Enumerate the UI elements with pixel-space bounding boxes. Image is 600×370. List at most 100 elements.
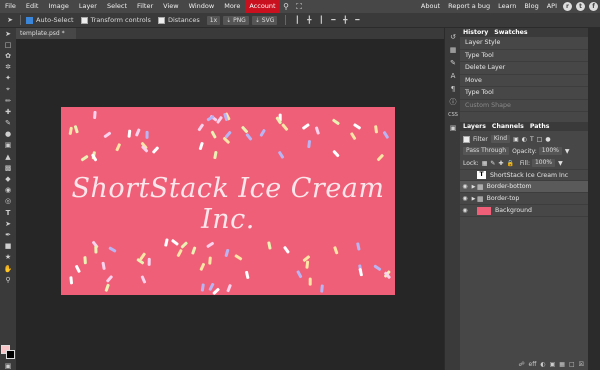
filter-smart-icon[interactable]: ● bbox=[545, 136, 550, 143]
menu-file[interactable]: File bbox=[0, 0, 21, 13]
artboard[interactable]: ShortStack Ice Cream Inc. bbox=[61, 107, 395, 295]
dodge-tool-icon[interactable]: ◉ bbox=[0, 185, 16, 196]
blur-tool-icon[interactable]: ◆ bbox=[0, 173, 16, 184]
filter-type-icon[interactable]: T bbox=[530, 136, 534, 143]
history-item[interactable]: Layer Style bbox=[460, 37, 588, 50]
magic-wand-icon[interactable]: ✦ bbox=[0, 73, 16, 84]
account-button[interactable]: Account bbox=[245, 0, 280, 13]
history-item[interactable]: Type Tool bbox=[460, 87, 588, 100]
zoom-tool-icon[interactable]: ⚲ bbox=[0, 274, 16, 285]
menu-select[interactable]: Select bbox=[102, 0, 132, 13]
eyedropper-tool-icon[interactable]: ✏ bbox=[0, 95, 16, 106]
fill-input[interactable]: 100% bbox=[531, 159, 556, 167]
visibility-icon[interactable]: ◉ bbox=[460, 207, 470, 214]
menu-view[interactable]: View bbox=[158, 0, 183, 13]
gradient-tool-icon[interactable]: ▩ bbox=[0, 162, 16, 173]
image-panel-icon[interactable]: ▣ bbox=[445, 121, 461, 134]
tab-swatches[interactable]: Swatches bbox=[491, 29, 530, 36]
hand-tool-icon[interactable]: ✋ bbox=[0, 263, 16, 274]
history-item[interactable]: Delete Layer bbox=[460, 62, 588, 75]
visibility-icon[interactable]: ◉ bbox=[460, 183, 470, 190]
blend-mode-dropdown[interactable]: Pass Through bbox=[463, 147, 510, 155]
brush-panel-icon[interactable]: ✎ bbox=[445, 56, 461, 69]
mask-icon[interactable]: ▣ bbox=[550, 361, 556, 368]
align-center-icon[interactable]: ╋ bbox=[303, 14, 315, 25]
layer-row[interactable]: ◉ ▶ ▦ Border-bottom bbox=[460, 181, 588, 193]
menu-api[interactable]: API bbox=[543, 0, 561, 13]
filter-shape-icon[interactable]: □ bbox=[537, 136, 543, 143]
layer-row[interactable]: ◉ ▶ ▦ Border-top bbox=[460, 193, 588, 205]
character-panel-icon[interactable]: A bbox=[445, 69, 461, 82]
menu-image[interactable]: Image bbox=[43, 0, 73, 13]
reddit-icon[interactable]: r bbox=[563, 2, 572, 11]
tab-history[interactable]: History bbox=[460, 29, 491, 36]
zoom-select[interactable]: 1x bbox=[206, 15, 221, 25]
healing-brush-icon[interactable]: ✚ bbox=[0, 106, 16, 117]
lock-all-icon[interactable]: 🔒 bbox=[506, 160, 513, 167]
lock-transparency-icon[interactable]: ▦ bbox=[482, 160, 488, 167]
filter-checkbox[interactable] bbox=[463, 135, 470, 143]
new-layer-icon[interactable]: □ bbox=[569, 361, 575, 368]
move-tool-icon[interactable]: ➤ bbox=[0, 28, 16, 39]
menu-learn[interactable]: Learn bbox=[494, 0, 520, 13]
expand-arrow-icon[interactable]: ▶ bbox=[470, 196, 477, 202]
lock-pixels-icon[interactable]: ✎ bbox=[490, 160, 495, 167]
filter-pixel-icon[interactable]: ▣ bbox=[513, 136, 519, 143]
export-png-button[interactable]: ⇣ PNG bbox=[223, 15, 249, 25]
info-panel-icon[interactable]: ⓘ bbox=[445, 95, 461, 108]
expand-arrow-icon[interactable]: ▶ bbox=[470, 184, 477, 190]
history-item[interactable]: Custom Shape bbox=[460, 100, 588, 112]
new-folder-icon[interactable]: ▦ bbox=[559, 361, 565, 368]
tab-channels[interactable]: Channels bbox=[489, 123, 527, 130]
pen-tool-icon[interactable]: ✒ bbox=[0, 229, 16, 240]
facebook-icon[interactable]: f bbox=[589, 2, 598, 11]
distances-checkbox[interactable] bbox=[157, 16, 165, 24]
search-icon[interactable]: ⚲ bbox=[280, 0, 293, 13]
menu-more[interactable]: More bbox=[219, 0, 245, 13]
paint-bucket-icon[interactable]: ▲ bbox=[0, 151, 16, 162]
lock-position-icon[interactable]: ✚ bbox=[498, 160, 503, 167]
kind-dropdown[interactable]: Kind bbox=[490, 135, 511, 143]
tab-layers[interactable]: Layers bbox=[460, 123, 489, 130]
align-bottom-icon[interactable]: ━ bbox=[351, 14, 363, 25]
document-tab[interactable]: template.psd * bbox=[16, 28, 76, 39]
quick-mask-icon[interactable]: ▣ bbox=[0, 360, 16, 370]
auto-select-checkbox[interactable] bbox=[26, 16, 33, 24]
fullscreen-icon[interactable]: ⛶ bbox=[293, 0, 306, 13]
menu-about[interactable]: About bbox=[417, 0, 444, 13]
align-middle-icon[interactable]: ╋ bbox=[339, 14, 351, 25]
distances-option[interactable]: Distances bbox=[157, 16, 200, 24]
history-item[interactable]: Move bbox=[460, 75, 588, 87]
brush-tool-icon[interactable]: ✎ bbox=[0, 118, 16, 129]
custom-shape-icon[interactable]: ★ bbox=[0, 252, 16, 263]
quick-select-tool-icon[interactable]: ✲ bbox=[0, 62, 16, 73]
twitter-icon[interactable]: t bbox=[576, 2, 585, 11]
swatches-panel-icon[interactable]: ▦ bbox=[445, 43, 461, 56]
adjustment-icon[interactable]: ◐ bbox=[540, 361, 545, 368]
fill-dropdown-icon[interactable]: ▼ bbox=[558, 160, 563, 167]
transform-controls-option[interactable]: Transform controls bbox=[80, 16, 151, 24]
type-tool-icon[interactable]: T bbox=[0, 207, 16, 218]
layer-row[interactable]: T ShortStack Ice Cream Inc bbox=[460, 169, 588, 181]
crop-tool-icon[interactable]: ⌖ bbox=[0, 84, 16, 95]
menu-blog[interactable]: Blog bbox=[520, 0, 542, 13]
headline-text[interactable]: ShortStack Ice Cream Inc. bbox=[61, 173, 395, 235]
sponge-tool-icon[interactable]: ◎ bbox=[0, 196, 16, 207]
background-color[interactable] bbox=[6, 350, 15, 359]
menu-layer[interactable]: Layer bbox=[74, 0, 102, 13]
delete-layer-icon[interactable]: ☒ bbox=[579, 361, 584, 368]
lasso-tool-icon[interactable]: ✿ bbox=[0, 50, 16, 61]
align-top-icon[interactable]: ━ bbox=[327, 14, 339, 25]
paragraph-panel-icon[interactable]: ¶ bbox=[445, 82, 461, 95]
align-right-icon[interactable]: ┃ bbox=[315, 14, 327, 25]
filter-adjust-icon[interactable]: ◐ bbox=[522, 136, 527, 143]
auto-select-option[interactable]: Auto-Select bbox=[26, 16, 74, 24]
layer-row[interactable]: ◉ Background bbox=[460, 205, 588, 217]
panel-scrollbar[interactable] bbox=[588, 28, 600, 370]
color-swatches[interactable] bbox=[1, 345, 15, 359]
menu-report-bug[interactable]: Report a bug bbox=[444, 0, 494, 13]
menu-edit[interactable]: Edit bbox=[21, 0, 44, 13]
canvas-area[interactable]: ShortStack Ice Cream Inc. bbox=[16, 39, 444, 370]
link-layers-icon[interactable]: ☍ bbox=[518, 361, 524, 368]
history-panel-icon[interactable]: ↺ bbox=[445, 30, 461, 43]
